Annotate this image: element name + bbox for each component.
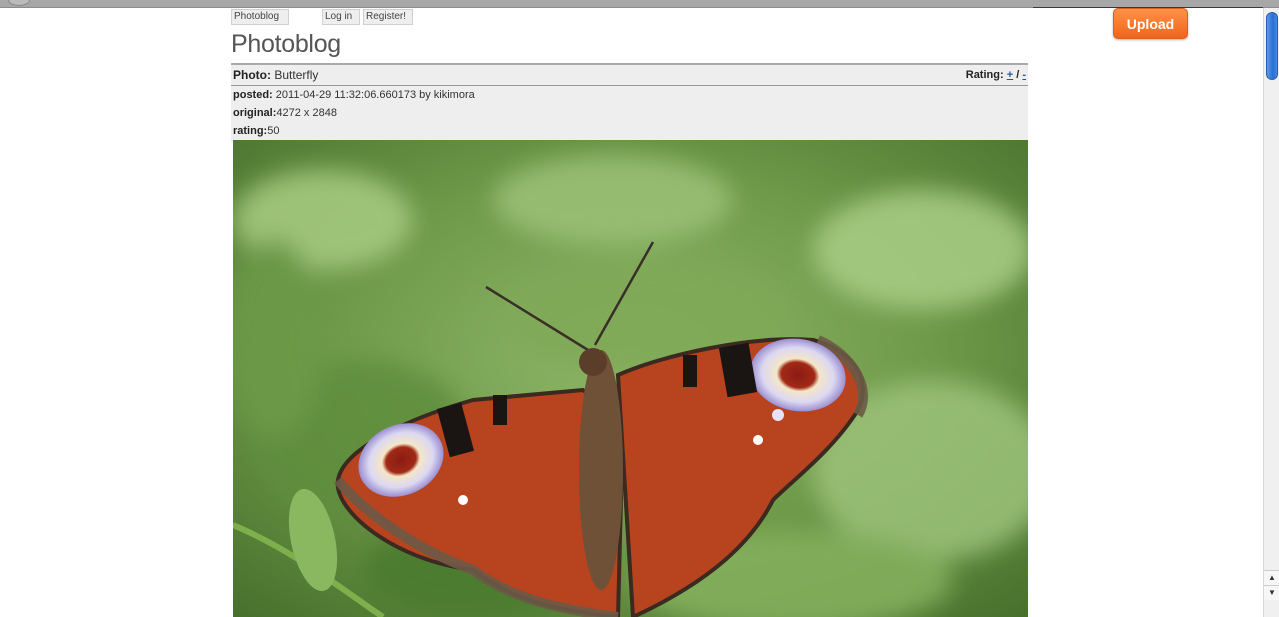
posted-value: 2011-04-29 11:32:06.660173 by kikimora	[275, 89, 475, 101]
wing-dot-2	[753, 435, 763, 445]
rating-separator: /	[1016, 69, 1020, 81]
rating-info: rating:50	[233, 125, 279, 137]
nav-register-link[interactable]: Register!	[363, 9, 413, 25]
butterfly-head	[579, 348, 607, 376]
original-size-info: original:4272 x 2848	[233, 107, 337, 119]
rating-controls-label: Rating:	[965, 69, 1004, 81]
rating-controls: Rating: + / -	[966, 69, 1026, 81]
nav-home-link[interactable]: Photoblog	[231, 9, 289, 25]
page-title: Photoblog	[231, 30, 341, 58]
rating-label: rating:	[233, 125, 268, 137]
left-wing-bar-2	[493, 395, 507, 425]
photo-title-label: Photo:	[233, 68, 271, 82]
original-label: original:	[233, 107, 277, 119]
photo-title-row: Photo: Butterfly Rating: + / -	[231, 65, 1028, 86]
original-value: 4272 x 2848	[276, 107, 337, 119]
posted-label: posted:	[233, 89, 273, 101]
butterfly-body	[579, 350, 623, 590]
wing-dot-1	[458, 495, 468, 505]
triangle-down-icon[interactable]: ▼	[1264, 585, 1279, 600]
wing-dot-3	[772, 409, 784, 421]
photo-title-value: Butterfly	[274, 68, 319, 82]
rating-value: 50	[267, 125, 280, 137]
window-corner	[8, 0, 30, 6]
rate-up-link[interactable]: +	[1007, 69, 1013, 81]
scrollbar-thumb[interactable]	[1266, 12, 1278, 80]
triangle-up-icon[interactable]: ▲	[1264, 570, 1279, 585]
photo-info-panel: Photo: Butterfly Rating: + / - posted: 2…	[231, 63, 1028, 142]
rate-down-link[interactable]: -	[1022, 69, 1026, 81]
nav-login-link[interactable]: Log in	[322, 9, 360, 25]
vertical-scrollbar[interactable]: ▲ ▼	[1263, 8, 1279, 617]
upload-button[interactable]: Upload	[1113, 8, 1188, 39]
right-wing-bar-2	[683, 355, 697, 387]
posted-info: posted: 2011-04-29 11:32:06.660173 by ki…	[233, 89, 475, 101]
photo-title: Photo: Butterfly	[233, 68, 318, 82]
butterfly-photo	[233, 140, 1028, 617]
